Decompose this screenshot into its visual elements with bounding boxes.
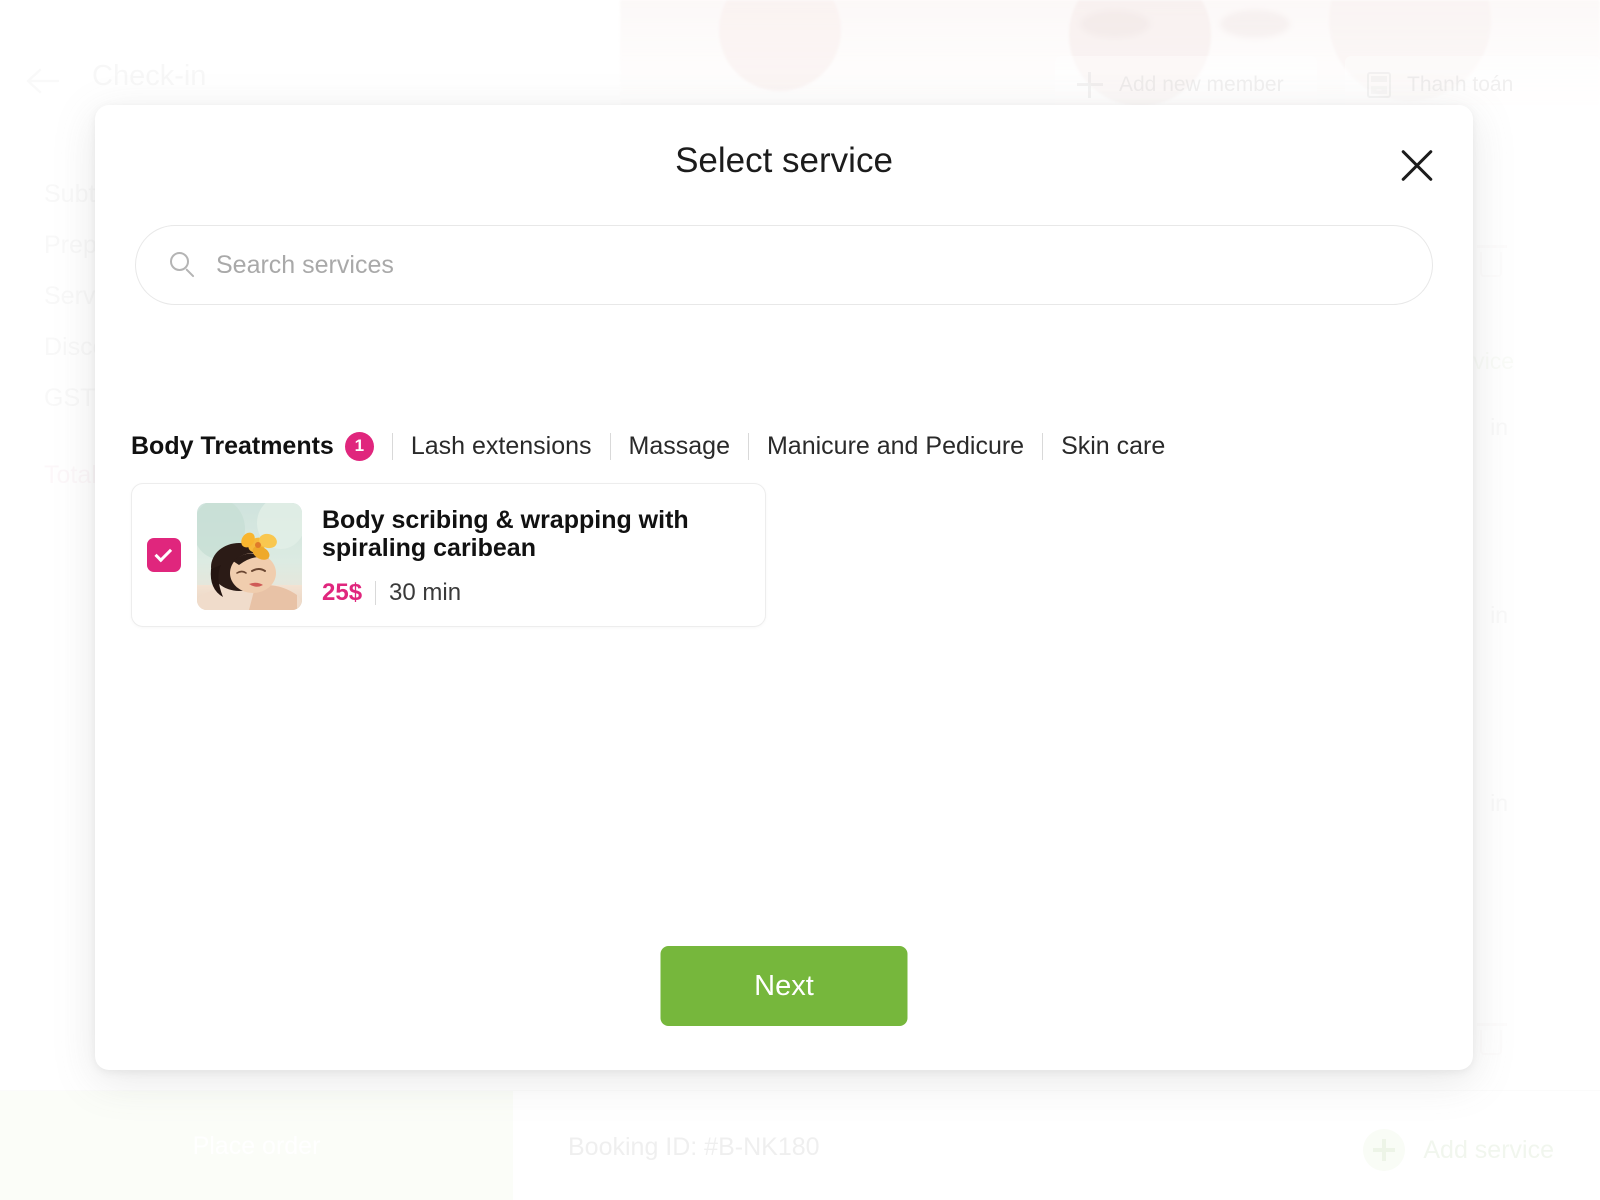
meta-divider bbox=[375, 581, 377, 605]
arrow-left-icon[interactable] bbox=[26, 66, 60, 96]
check-icon bbox=[154, 544, 173, 562]
row-staff-label-3: in bbox=[1490, 790, 1508, 816]
bottom-action-bar: Place order Booking ID: #B-NK180 Add ser… bbox=[0, 1090, 1600, 1200]
modal-title: Select service bbox=[675, 141, 893, 180]
service-info: Body scribing & wrapping with spiraling … bbox=[322, 506, 749, 607]
hero-eye-right bbox=[1220, 10, 1290, 38]
place-order-button[interactable]: Place order bbox=[0, 1091, 513, 1200]
service-thumbnail-image bbox=[197, 503, 302, 610]
hero-eye-left bbox=[1080, 10, 1150, 38]
tab-label: Lash extensions bbox=[410, 431, 592, 460]
tab-label: Manicure and Pedicure bbox=[766, 431, 1025, 460]
category-tabs: Body Treatments 1 Lash extensions Massag… bbox=[131, 428, 1183, 464]
service-duration: 30 min bbox=[389, 579, 462, 606]
add-service-button[interactable]: Add service bbox=[1363, 1129, 1554, 1171]
tab-label: Skin care bbox=[1061, 431, 1166, 460]
service-price: 25$ bbox=[322, 579, 363, 606]
service-list: Body scribing & wrapping with spiraling … bbox=[131, 483, 1437, 930]
row-staff-label-2: in bbox=[1490, 602, 1508, 628]
thanh-toan-label: Thanh toán bbox=[1407, 73, 1514, 96]
tab-body-treatments[interactable]: Body Treatments 1 bbox=[131, 431, 392, 461]
service-checkbox[interactable] bbox=[147, 538, 181, 572]
add-new-member-label: Add new member bbox=[1119, 73, 1284, 96]
calculator-icon bbox=[1367, 72, 1391, 98]
delete-icon[interactable] bbox=[1477, 245, 1507, 277]
select-service-modal: Select service Body Treatments 1 Lash ex… bbox=[95, 105, 1473, 1070]
row-staff-label-1: in bbox=[1490, 414, 1508, 440]
tab-label: Body Treatments bbox=[131, 431, 334, 460]
tab-badge-count: 1 bbox=[344, 431, 374, 461]
search-input[interactable] bbox=[216, 250, 1398, 280]
service-meta: 25$ 30 min bbox=[322, 579, 749, 607]
tab-massage[interactable]: Massage bbox=[611, 432, 748, 461]
page-title: Check-in bbox=[92, 60, 207, 92]
tab-manicure-and-pedicure[interactable]: Manicure and Pedicure bbox=[749, 432, 1042, 461]
service-card[interactable]: Body scribing & wrapping with spiraling … bbox=[131, 483, 766, 627]
tab-lash-extensions[interactable]: Lash extensions bbox=[393, 432, 610, 461]
next-button[interactable]: Next bbox=[660, 946, 908, 1026]
search-bar[interactable] bbox=[135, 225, 1433, 305]
app-root: Check-in Add new member Thanh toán Subto… bbox=[0, 0, 1600, 1200]
tab-skin-care[interactable]: Skin care bbox=[1043, 432, 1183, 461]
delete-icon-2[interactable] bbox=[1477, 1023, 1507, 1055]
service-name: Body scribing & wrapping with spiraling … bbox=[322, 506, 689, 562]
add-service-label: Add service bbox=[1423, 1135, 1554, 1164]
booking-id-label: Booking ID: #B-NK180 bbox=[568, 1133, 820, 1161]
plus-icon bbox=[1077, 72, 1103, 98]
tab-label: Massage bbox=[628, 431, 730, 460]
close-icon[interactable] bbox=[1393, 141, 1441, 189]
plus-circle-icon bbox=[1363, 1129, 1406, 1171]
search-icon bbox=[170, 252, 196, 278]
